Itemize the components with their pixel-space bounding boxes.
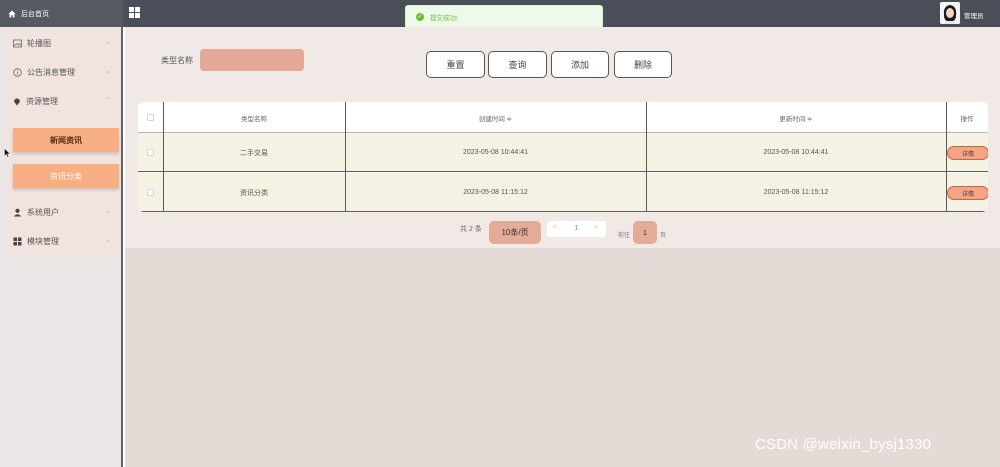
created-time-cell: 2023-05-08 11:15:12 [463,189,528,196]
home-link[interactable]: 后台首页 [0,0,123,27]
sidebar-sub-news[interactable]: 新闻资讯 [13,128,119,152]
sidebar-item-resources[interactable]: 资源管理 ⌃ [5,87,121,116]
column-divider [646,102,647,212]
grid-icon [13,237,22,246]
chevron-down-icon: ⌄ [105,237,111,244]
location-icon [14,98,20,106]
column-header-sortable[interactable]: 创建时间 ≑ [345,102,646,133]
search-label: 类型名称 [161,56,193,65]
success-toast: ✓ 提交成功! [405,5,603,29]
sidebar-item-label: 模块管理 [27,237,59,246]
type-name-cell: 二手交易 [240,149,268,157]
row-select-cell[interactable] [138,173,163,212]
goto-page-input[interactable]: 1 [633,221,657,244]
sidebar-item-label: 公告消息管理 [27,68,75,77]
column-divider [163,102,164,212]
menu-toggle-icon[interactable] [129,7,140,18]
data-table: 类型名称 创建时间 ≑ 更新时间 ≑ 操作 二手交易 2023-05-08 10… [138,102,988,212]
column-divider [946,102,947,212]
row-select-cell[interactable] [138,133,163,172]
detail-button[interactable]: 详情 [947,186,988,200]
select-all-checkbox[interactable] [147,114,154,121]
avatar[interactable] [940,2,960,24]
sidebar-item-label: 系统用户 [27,208,59,217]
content-panel: 类型名称 重置 查询 添加 删除 类型名称 创建时间 ≑ 更新时间 ≑ 操作 二… [125,27,1000,248]
chevron-down-icon: ⌄ [105,39,111,46]
add-button[interactable]: 添加 [551,51,609,78]
table-row: 资讯分类 2023-05-08 11:15:12 2023-05-08 11:1… [138,173,988,212]
type-name-cell: 资讯分类 [240,189,268,197]
home-label: 后台首页 [21,10,49,18]
table-header: 类型名称 创建时间 ≑ 更新时间 ≑ 操作 [138,102,988,133]
admin-label[interactable]: 管理员 [964,10,984,20]
created-time-cell: 2023-05-08 10:44:41 [463,149,528,156]
chevron-up-icon: ⌃ [105,97,111,104]
reset-button[interactable]: 重置 [426,51,485,78]
delete-button[interactable]: 删除 [614,51,672,78]
sidebar-sub-category[interactable]: 资讯分类 [13,164,119,188]
main-content: 类型名称 重置 查询 添加 删除 类型名称 创建时间 ≑ 更新时间 ≑ 操作 二… [125,27,1000,467]
avatar-image [940,2,960,24]
select-all-cell[interactable] [138,102,163,133]
sidebar-item-notice[interactable]: 公告消息管理 ⌄ [5,58,121,87]
detail-button[interactable]: 详情 [947,146,988,160]
check-icon: ✓ [416,13,424,21]
table-row: 二手交易 2023-05-08 10:44:41 2023-05-08 10:4… [138,133,988,172]
page-number-current[interactable]: 1 [568,223,585,235]
row-checkbox[interactable] [147,189,154,196]
chevron-down-icon: ⌄ [105,208,111,215]
next-page-button[interactable]: > [594,224,598,231]
column-header: 类型名称 [241,115,267,123]
info-circle-icon [13,68,22,77]
sidebar-item-modules[interactable]: 模块管理 ⌄ [5,227,121,256]
mouse-cursor-icon [4,148,11,158]
prev-page-button[interactable]: < [553,224,557,231]
updated-time-cell: 2023-05-08 10:44:41 [763,149,829,156]
page-size-select[interactable]: 10条/页 [489,221,541,244]
type-name-input[interactable] [200,49,304,71]
sidebar-item-carousel[interactable]: 轮播图 ⌄ [5,29,121,58]
pagination-total: 共 2 条 [460,226,482,233]
query-button[interactable]: 查询 [488,51,547,78]
row-checkbox[interactable] [147,149,154,156]
pager: < 1 > [547,221,606,237]
image-icon [13,39,22,48]
sidebar-item-label: 轮播图 [27,39,51,48]
page-suffix-label: 页 [660,233,667,239]
column-header: 操作 [960,115,974,123]
home-icon [8,10,16,17]
goto-label: 前往 [618,233,631,239]
toast-message: 提交成功! [430,15,458,22]
column-divider [345,102,346,212]
sidebar: 轮播图 ⌄ 公告消息管理 ⌄ 资源管理 ⌃ 新闻资讯 资讯分类 系统用户 ⌄ 模… [0,27,123,467]
user-icon [13,208,22,217]
sidebar-item-users[interactable]: 系统用户 ⌄ [5,198,121,227]
sidebar-item-label: 资源管理 [26,97,58,106]
chevron-down-icon: ⌄ [105,68,111,75]
watermark-text: CSDN @weixin_bysj1330 [755,436,932,453]
updated-time-cell: 2023-05-08 11:15:12 [763,189,829,196]
column-header-sortable[interactable]: 更新时间 ≑ [646,102,946,133]
